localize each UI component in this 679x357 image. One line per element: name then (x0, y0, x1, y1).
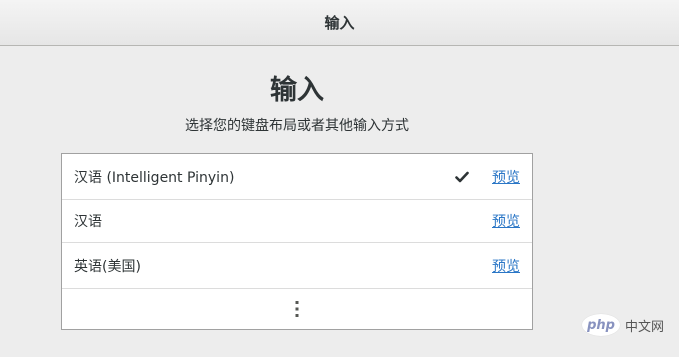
preview-link[interactable]: 预览 (492, 256, 520, 276)
page-title: 输入 (270, 75, 324, 106)
input-source-label: 英语(美国) (74, 258, 141, 275)
header-title: 输入 (324, 14, 355, 32)
input-source-row-chinese-intelligent-pinyin[interactable]: 汉语 (Intelligent Pinyin) 预览 (62, 154, 532, 200)
input-source-label: 汉语 (Intelligent Pinyin) (74, 169, 235, 186)
header-bar: 输入 (0, 0, 679, 46)
watermark-text: 中文网 (625, 319, 665, 335)
input-source-list: 汉语 (Intelligent Pinyin) 预览 汉语 预览 英语(美国) … (61, 153, 533, 330)
site-watermark: php 中文网 (582, 314, 676, 336)
input-source-row-english-us[interactable]: 英语(美国) 预览 (62, 243, 532, 289)
input-source-label: 汉语 (74, 214, 102, 230)
vertical-ellipsis-icon[interactable] (294, 300, 300, 318)
more-input-sources-row[interactable] (62, 289, 532, 329)
checkmark-icon (455, 171, 469, 182)
input-source-row-chinese[interactable]: 汉语 预览 (62, 200, 532, 243)
page-subtitle: 选择您的键盘布局或者其他输入方式 (185, 118, 409, 134)
preview-link[interactable]: 预览 (492, 211, 520, 231)
preview-link[interactable]: 预览 (492, 167, 520, 187)
php-logo: php (582, 314, 620, 336)
